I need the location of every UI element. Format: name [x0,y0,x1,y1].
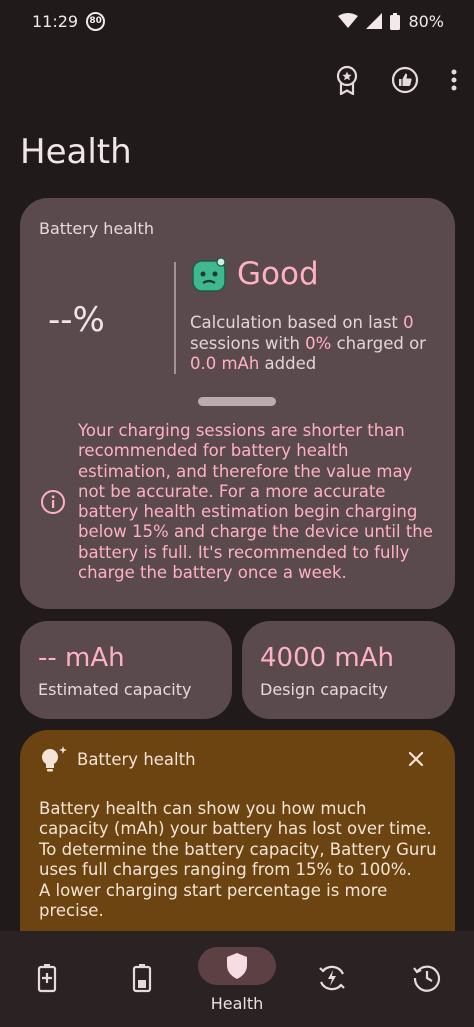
battery-icon [390,12,401,30]
nav-history[interactable] [387,931,467,1027]
status-bar: 11:29 80 80% [0,0,474,42]
sessions-count: 0 [403,313,414,332]
bottom-navigation: Health [0,931,474,1027]
top-actions [332,64,460,96]
battery-charging-icon [37,964,57,993]
health-percent: --% [48,300,105,340]
nav-charging-icon-wrap [15,961,79,995]
close-icon[interactable] [405,748,427,770]
tip-text: Battery health can show you how much cap… [39,799,437,921]
drag-handle[interactable] [198,397,276,406]
health-status: Good [237,256,319,292]
notification-badge: 80 [86,11,106,31]
vertical-divider [174,262,176,374]
charged-percent: 0% [305,333,332,353]
thumbs-up-icon[interactable] [390,64,420,96]
card-label: Battery health [39,219,154,238]
accuracy-warning: Your charging sessions are shorter than … [78,421,433,583]
signal-icon [366,13,383,29]
calc-suffix: added [259,354,317,373]
calculation-text: Calculation based on last 0 sessions wit… [190,313,440,375]
nav-battery[interactable] [102,931,182,1027]
calc-mid2: charged or [331,333,426,353]
design-capacity-label: Design capacity [260,680,388,699]
award-icon[interactable] [332,64,362,96]
lightbulb-icon [42,746,67,772]
design-capacity-card: 4000 mAh Design capacity [242,621,455,719]
design-capacity-value: 4000 mAh [260,643,395,673]
shield-icon [227,953,247,979]
battery-percent: 80% [408,11,444,31]
calc-prefix: Calculation based on last [190,313,404,332]
nav-battery-icon-wrap [110,961,174,995]
nav-charging[interactable] [7,931,87,1027]
estimated-capacity-label: Estimated capacity [38,680,192,699]
nav-health-icon-wrap [198,947,276,985]
more-vert-icon[interactable] [448,64,460,96]
nav-cycles-icon-wrap [300,961,364,995]
nav-history-icon-wrap [395,961,459,995]
calc-mid: sessions with [190,333,306,353]
status-right: 80% [338,12,444,31]
status-time: 11:29 [32,11,79,31]
battery-icon [132,964,152,993]
status-left: 11:29 80 [32,11,106,31]
charge-cycle-icon [319,965,345,991]
nav-health-label: Health [210,994,264,1013]
face-emoji-icon [192,257,226,292]
nav-cycles[interactable] [292,931,372,1027]
page-title: Health [20,132,132,172]
estimated-capacity-value: -- mAh [38,643,125,673]
history-icon [413,965,441,992]
tip-title: Battery health [77,750,196,769]
info-icon [41,490,65,514]
added-mah: 0.0 mAh [190,354,260,373]
wifi-icon [338,13,359,28]
estimated-capacity-card: -- mAh Estimated capacity [20,621,232,719]
nav-health[interactable]: Health [197,931,277,1027]
